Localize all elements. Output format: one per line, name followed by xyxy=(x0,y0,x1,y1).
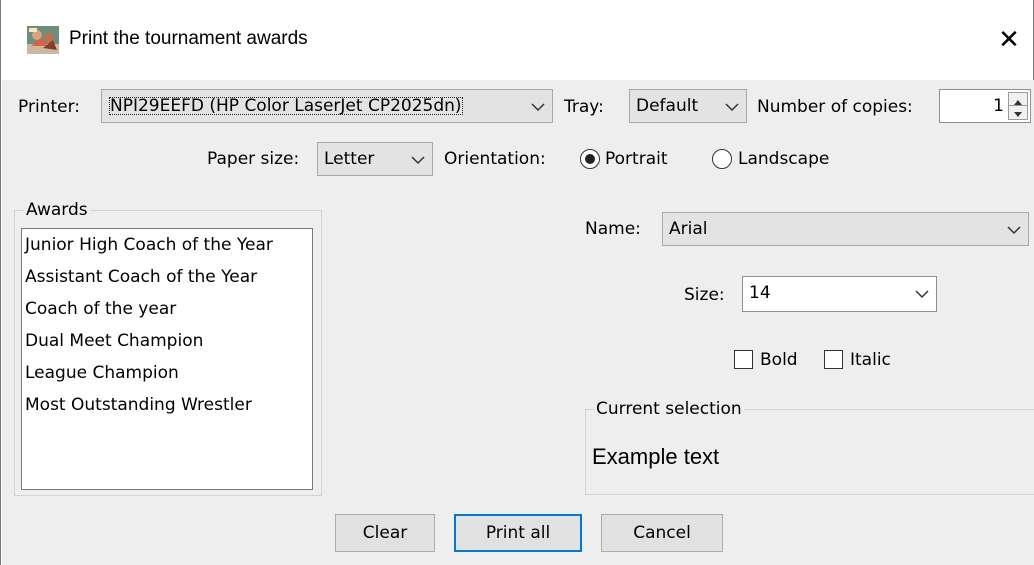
print-awards-dialog: Print the tournament awards ✕ Printer: N… xyxy=(0,0,1034,565)
font-size-value: 14 xyxy=(749,283,771,303)
example-text-preview: Example text xyxy=(592,444,720,469)
printer-label: Printer: xyxy=(18,97,80,117)
wrestling-app-icon xyxy=(27,26,59,54)
printer-combo[interactable]: NPI29EEFD (HP Color LaserJet CP2025dn) xyxy=(101,89,553,123)
spinner-buttons xyxy=(1008,92,1028,120)
window-title: Print the tournament awards xyxy=(69,28,308,49)
list-item[interactable]: Assistant Coach of the Year xyxy=(22,261,312,293)
radio-selected-dot xyxy=(585,154,595,164)
portrait-radio[interactable] xyxy=(580,149,600,169)
tray-combo[interactable]: Default xyxy=(629,89,747,123)
title-bar: Print the tournament awards ✕ xyxy=(1,0,1033,80)
chevron-down-icon xyxy=(724,90,740,122)
cancel-button[interactable]: Cancel xyxy=(601,514,723,552)
spinner-down-icon[interactable] xyxy=(1009,106,1027,119)
font-size-combo[interactable]: 14 xyxy=(742,276,937,312)
awards-listbox[interactable]: Junior High Coach of the Year Assistant … xyxy=(21,228,313,490)
bold-label[interactable]: Bold xyxy=(760,344,798,376)
spinner-up-icon[interactable] xyxy=(1009,93,1027,106)
chevron-down-icon xyxy=(1006,213,1022,245)
font-name-label: Name: xyxy=(585,219,641,239)
chevron-down-icon xyxy=(914,277,930,309)
copies-label: Number of copies: xyxy=(757,97,913,117)
copies-spinner[interactable]: 1 xyxy=(939,89,1031,123)
chevron-down-icon xyxy=(530,90,546,122)
paper-size-combo[interactable]: Letter xyxy=(317,142,433,176)
chevron-down-icon xyxy=(410,143,426,175)
awards-group-title: Awards xyxy=(24,200,90,220)
list-item[interactable]: Coach of the year xyxy=(22,293,312,325)
font-name-value: Arial xyxy=(669,219,708,239)
bold-checkbox[interactable] xyxy=(734,350,753,369)
tray-label: Tray: xyxy=(564,97,604,117)
paper-size-label: Paper size: xyxy=(207,149,300,169)
list-item[interactable]: Most Outstanding Wrestler xyxy=(22,389,312,421)
landscape-label[interactable]: Landscape xyxy=(738,142,829,176)
paper-size-value: Letter xyxy=(324,149,375,169)
clear-button[interactable]: Clear xyxy=(335,514,435,552)
italic-label[interactable]: Italic xyxy=(850,344,891,376)
font-name-combo[interactable]: Arial xyxy=(662,212,1029,246)
copies-value: 1 xyxy=(993,96,1004,116)
printer-combo-value: NPI29EEFD (HP Color LaserJet CP2025dn) xyxy=(108,96,463,116)
current-selection-title: Current selection xyxy=(594,399,744,419)
list-item[interactable]: Dual Meet Champion xyxy=(22,325,312,357)
tray-combo-value: Default xyxy=(636,96,699,116)
italic-checkbox[interactable] xyxy=(824,350,843,369)
landscape-radio[interactable] xyxy=(712,149,732,169)
list-item[interactable]: Junior High Coach of the Year xyxy=(22,229,312,261)
orientation-label: Orientation: xyxy=(444,149,546,169)
close-icon[interactable]: ✕ xyxy=(991,22,1027,58)
print-all-button[interactable]: Print all xyxy=(454,514,582,552)
portrait-label[interactable]: Portrait xyxy=(605,142,668,176)
list-item[interactable]: League Champion xyxy=(22,357,312,389)
dialog-body: Printer: NPI29EEFD (HP Color LaserJet CP… xyxy=(2,80,1034,565)
font-size-label: Size: xyxy=(684,285,725,305)
